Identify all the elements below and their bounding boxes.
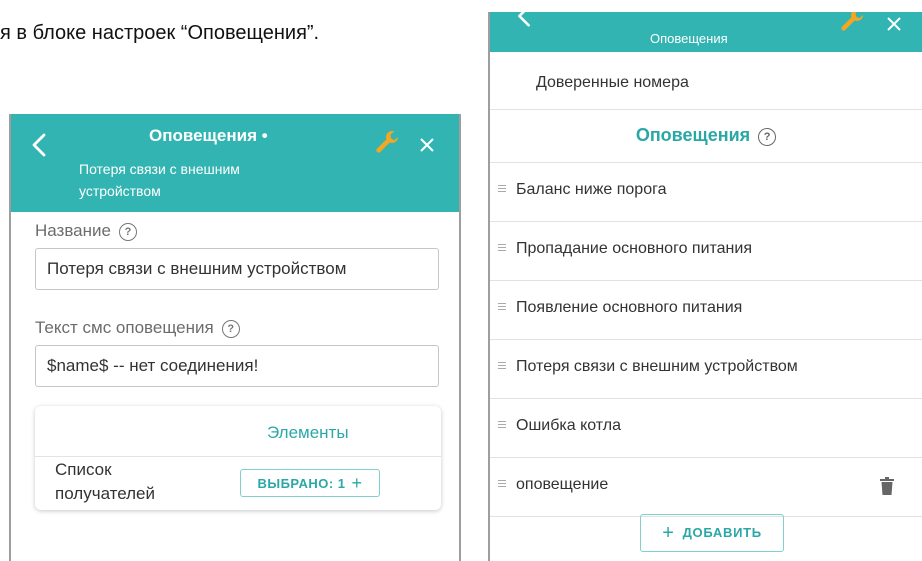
elements-card: Элементы Список получателей ВЫБРАНО: 1 + [35, 406, 441, 510]
list-item[interactable]: Появление основного питания [490, 281, 922, 340]
add-button-label: ДОБАВИТЬ [682, 525, 762, 540]
list-item-label: Ошибка котла [516, 417, 622, 434]
select-recipients-label: ВЫБРАНО: 1 [257, 476, 346, 491]
wrench-icon[interactable] [838, 12, 866, 34]
back-arrow-icon[interactable] [516, 12, 532, 28]
screen-subtitle: Потеря связи с внешним устройством [79, 161, 240, 199]
trusted-numbers-row[interactable]: Доверенные номера [490, 52, 922, 110]
back-arrow-icon[interactable] [31, 132, 47, 158]
list-item[interactable]: Пропадание основного питания [490, 222, 922, 281]
sms-text-input[interactable]: $name$ -- нет соединения! [35, 345, 439, 387]
list-item[interactable]: оповещение [490, 458, 922, 517]
screen-header: Оповещения [490, 12, 922, 52]
list-item[interactable]: Потеря связи с внешним устройством [490, 340, 922, 399]
drag-handle-icon[interactable] [498, 421, 506, 430]
plus-icon: + [662, 522, 675, 544]
screen-title: Оповещения • [149, 126, 268, 145]
tab-elements[interactable]: Элементы [267, 423, 349, 443]
list-item-label: Появление основного питания [516, 299, 743, 316]
list-item-label: Потеря связи с внешним устройством [516, 358, 798, 375]
list-item[interactable]: Баланс ниже порога [490, 163, 922, 222]
drag-handle-icon[interactable] [498, 480, 506, 489]
trusted-numbers-label: Доверенные номера [536, 74, 689, 91]
add-notification-button[interactable]: + ДОБАВИТЬ [640, 514, 784, 552]
name-label: Название? [35, 221, 137, 241]
trash-icon[interactable] [880, 477, 894, 495]
section-title: Оповещения? [490, 125, 922, 146]
drag-handle-icon[interactable] [498, 362, 506, 371]
select-recipients-button[interactable]: ВЫБРАНО: 1 + [240, 469, 380, 497]
plus-icon: + [351, 473, 363, 493]
screen-header: Оповещения • Потеря связи с внешним устр… [11, 114, 459, 212]
divider [35, 456, 441, 457]
list-item[interactable]: Ошибка котла [490, 399, 922, 458]
document-caption: я в блоке настроек “Оповещения”. [0, 22, 320, 44]
sms-text-label: Текст смс оповещения? [35, 318, 240, 338]
close-icon[interactable] [417, 135, 437, 155]
screen-subtitle: Оповещения [650, 31, 728, 46]
section-header: Оповещения? [490, 110, 922, 163]
close-icon[interactable] [884, 14, 904, 34]
wrench-icon[interactable] [373, 128, 401, 156]
list-item-label: Пропадание основного питания [516, 240, 752, 257]
name-input[interactable]: Потеря связи с внешним устройством [35, 248, 439, 290]
drag-handle-icon[interactable] [498, 303, 506, 312]
list-item-label: Баланс ниже порога [516, 181, 667, 198]
help-icon[interactable]: ? [118, 223, 137, 241]
notification-edit-screen: Оповещения • Потеря связи с внешним устр… [9, 114, 461, 561]
drag-handle-icon[interactable] [498, 185, 506, 194]
recipients-label: Список получателей [55, 460, 155, 503]
help-icon[interactable]: ? [758, 128, 777, 146]
help-icon[interactable]: ? [221, 320, 240, 338]
drag-handle-icon[interactable] [498, 244, 506, 253]
list-item-label: оповещение [516, 476, 609, 493]
notifications-list-screen: Оповещения Доверенные номера Оповещения?… [488, 12, 922, 561]
